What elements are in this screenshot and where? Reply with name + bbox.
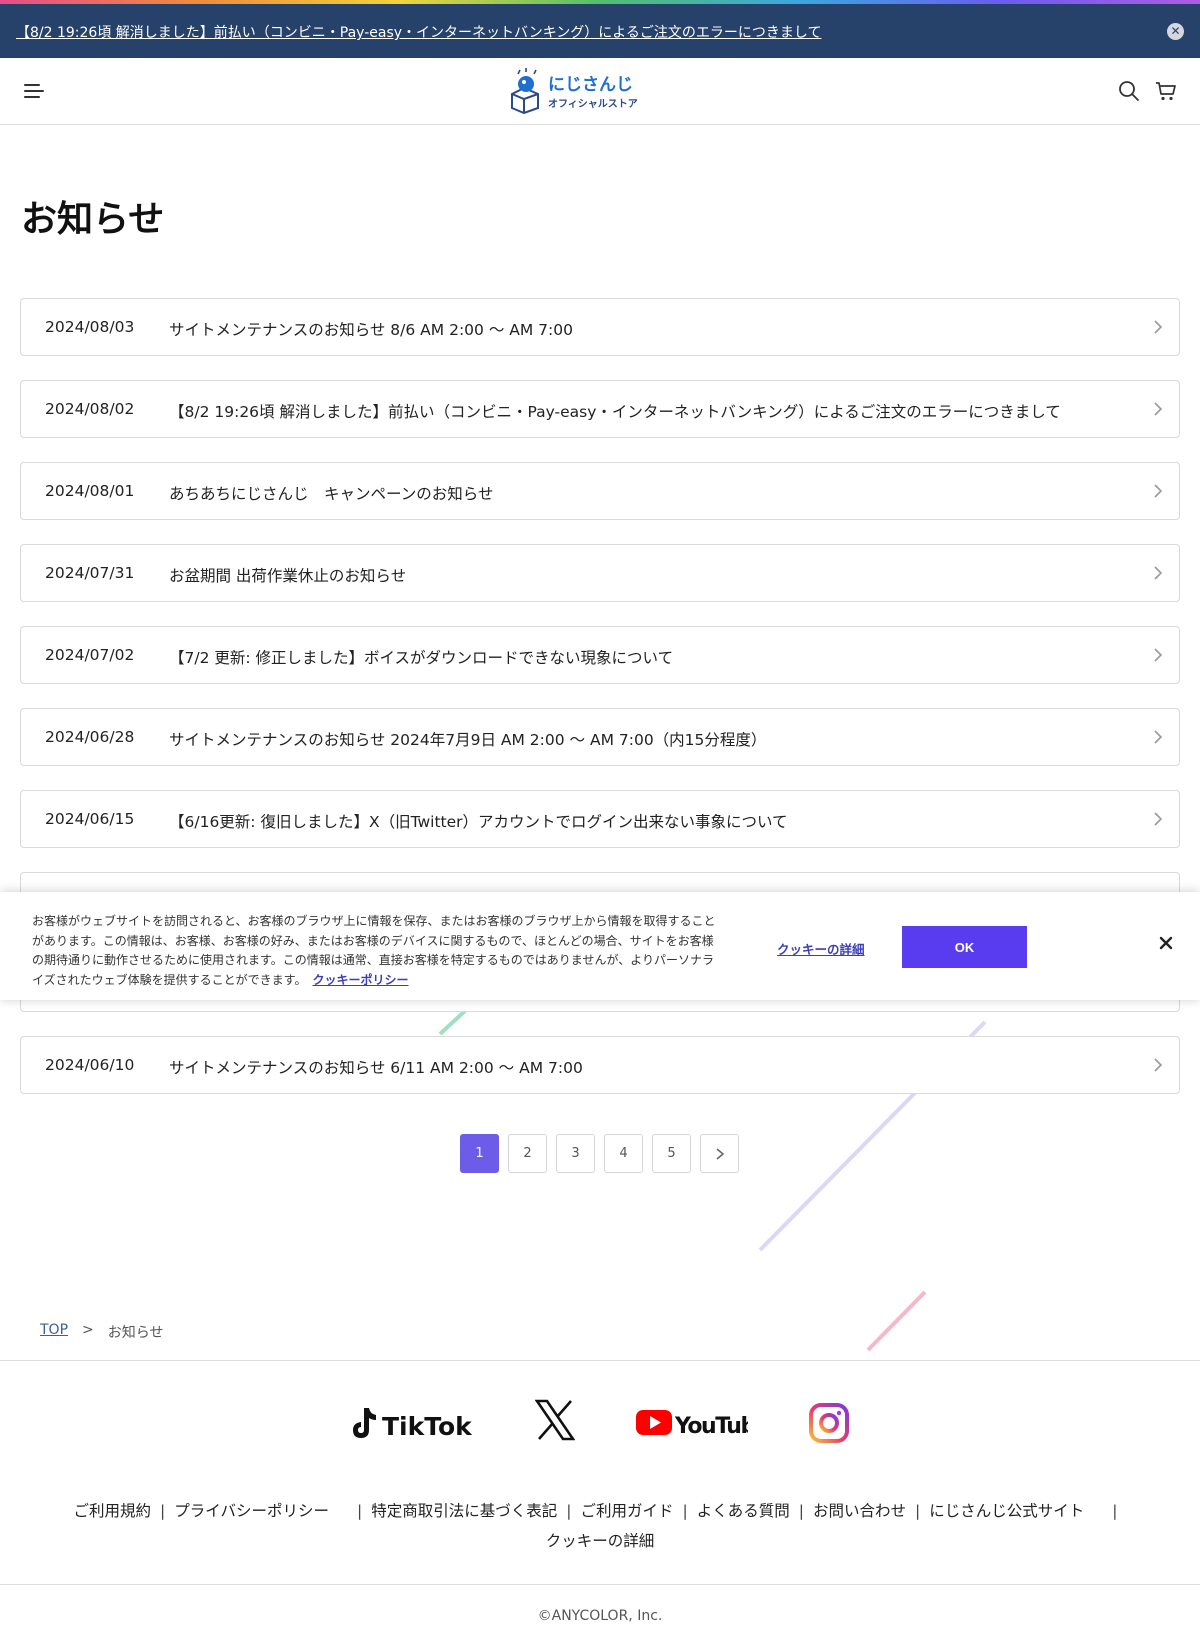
news-date: 2024/06/28 [45, 728, 135, 746]
chevron-right-icon [1154, 648, 1163, 662]
instagram-icon [809, 1403, 849, 1443]
page-button-2[interactable]: 2 [508, 1134, 547, 1173]
news-title: サイトメンテナンスのお知らせ 6/11 AM 2:00 〜 AM 7:00 [169, 1059, 583, 1077]
rainbow-stripe [0, 0, 1200, 4]
footer-divider-bottom [0, 1584, 1200, 1585]
chevron-right-icon [1154, 730, 1163, 744]
breadcrumb-top-link[interactable]: TOP [40, 1322, 68, 1342]
news-date: 2024/06/10 [45, 1056, 135, 1074]
chevron-right-icon [1154, 402, 1163, 416]
close-icon[interactable] [1158, 935, 1174, 951]
svg-text:オフィシャルストア: オフィシャルストア [548, 98, 638, 110]
tiktok-icon: TikTok [353, 1408, 473, 1441]
pagination: 1 2 3 4 5 [460, 1134, 739, 1173]
page-title: お知らせ [21, 199, 165, 240]
news-title: あちあちにじさんじ キャンペーンのお知らせ [169, 485, 494, 503]
footer-link-terms[interactable]: ご利用規約 [74, 1502, 152, 1520]
chevron-right-icon [1154, 320, 1163, 334]
close-circle-icon[interactable]: ✕ [1167, 23, 1184, 40]
page-button-1[interactable]: 1 [460, 1134, 499, 1173]
news-date: 2024/08/02 [45, 400, 135, 418]
x-link[interactable] [534, 1398, 576, 1446]
news-title: サイトメンテナンスのお知らせ 2024年7月9日 AM 2:00 〜 AM 7:… [169, 731, 767, 749]
news-date: 2024/08/01 [45, 482, 135, 500]
news-date: 2024/07/02 [45, 646, 135, 664]
youtube-link[interactable]: YouTube [636, 1398, 770, 1446]
cookie-details-link[interactable]: クッキーの詳細 [777, 939, 865, 958]
footer-divider [0, 1360, 1200, 1361]
footer-links: ご利用規約 | プライバシーポリシー | 特定商取引法に基づく表記 | ご利用ガイド | よくあ… [73, 1502, 1118, 1550]
footer-link-guide[interactable]: ご利用ガイド [580, 1502, 673, 1520]
menu-icon[interactable] [24, 82, 46, 100]
news-title: 【6/16更新: 復旧しました】X（旧Twitter）アカウントでログイン出来な… [169, 813, 788, 831]
chevron-right-icon [715, 1147, 724, 1160]
announcement-banner: 【8/2 19:26頃 解消しました】前払い（コンビニ・Pay-easy・インタ… [0, 0, 1200, 58]
announcement-link[interactable]: 【8/2 19:26頃 解消しました】前払い（コンビニ・Pay-easy・インタ… [16, 22, 821, 42]
svg-text:TikTok: TikTok [382, 1412, 473, 1441]
news-item[interactable]: 2024/08/02 【8/2 19:26頃 解消しました】前払い（コンビニ・Pa… [20, 380, 1180, 438]
svg-text:にじさんじ: にじさんじ [548, 75, 633, 95]
x-logo-icon [534, 1399, 576, 1441]
news-date: 2024/06/15 [45, 810, 135, 828]
breadcrumb-separator: > [82, 1322, 94, 1338]
cookie-policy-link[interactable]: クッキーポリシー [312, 973, 408, 987]
breadcrumb: TOP > お知らせ [40, 1322, 163, 1342]
news-date: 2024/08/03 [45, 318, 135, 336]
footer-link-faq[interactable]: よくある質問 [697, 1502, 790, 1520]
search-icon[interactable] [1118, 80, 1140, 102]
cookie-text: お客様がウェブサイトを訪問されると、お客様のブラウザ上に情報を保存、またはお客様… [32, 912, 722, 990]
page-button-4[interactable]: 4 [604, 1134, 643, 1173]
footer-link-privacy[interactable]: プライバシーポリシー [174, 1502, 329, 1520]
news-item[interactable]: 2024/08/03 サイトメンテナンスのお知らせ 8/6 AM 2:00 〜 A… [20, 298, 1180, 356]
footer-link-official-site[interactable]: にじさんじ公式サイト [929, 1502, 1084, 1520]
news-date: 2024/07/31 [45, 564, 135, 582]
chevron-right-icon [1154, 812, 1163, 826]
news-item[interactable]: 2024/08/01 あちあちにじさんじ キャンペーンのお知らせ [20, 462, 1180, 520]
logo-emblem-icon [511, 68, 539, 114]
news-item[interactable]: 2024/06/28 サイトメンテナンスのお知らせ 2024年7月9日 AM 2:… [20, 708, 1180, 766]
breadcrumb-current: お知らせ [107, 1325, 164, 1341]
page-button-5[interactable]: 5 [652, 1134, 691, 1173]
news-title: 【8/2 19:26頃 解消しました】前払い（コンビニ・Pay-easy・インタ… [169, 403, 1061, 421]
footer-link-tokushoho[interactable]: 特定商取引法に基づく表記 [371, 1502, 557, 1520]
page-button-3[interactable]: 3 [556, 1134, 595, 1173]
footer-link-contact[interactable]: お問い合わせ [813, 1502, 906, 1520]
news-item[interactable]: 2024/06/15 【6/16更新: 復旧しました】X（旧Twitter）アカウ… [20, 790, 1180, 848]
site-header: にじさんじ オフィシャルストア [0, 58, 1200, 125]
copyright: ©ANYCOLOR, Inc. [537, 1608, 663, 1624]
news-title: お盆期間 出荷作業休止のお知らせ [169, 567, 407, 585]
cookie-banner: お客様がウェブサイトを訪問されると、お客様のブラウザ上に情報を保存、またはお客様… [0, 892, 1200, 1000]
instagram-link[interactable] [808, 1398, 850, 1446]
chevron-right-icon [1154, 1058, 1163, 1072]
youtube-icon: YouTube [636, 1410, 770, 1439]
tiktok-link[interactable]: TikTok [350, 1398, 475, 1446]
next-page-button[interactable] [700, 1134, 739, 1173]
store-logo[interactable]: にじさんじ オフィシャルストア [508, 66, 668, 114]
chevron-right-icon [1154, 566, 1163, 580]
cart-icon[interactable] [1154, 79, 1178, 103]
cookie-ok-button[interactable]: OK [902, 926, 1027, 968]
news-title: 【7/2 更新: 修正しました】ボイスがダウンロードできない現象について [169, 649, 674, 667]
footer-link-cookie-details[interactable]: クッキーの詳細 [546, 1532, 655, 1550]
news-item[interactable]: 2024/07/31 お盆期間 出荷作業休止のお知らせ [20, 544, 1180, 602]
news-item[interactable]: 2024/07/02 【7/2 更新: 修正しました】ボイスがダウンロードできない… [20, 626, 1180, 684]
news-item[interactable]: 2024/06/10 サイトメンテナンスのお知らせ 6/11 AM 2:00 〜 … [20, 1036, 1180, 1094]
news-title: サイトメンテナンスのお知らせ 8/6 AM 2:00 〜 AM 7:00 [169, 321, 573, 339]
svg-text:YouTube: YouTube [674, 1414, 748, 1439]
chevron-right-icon [1154, 484, 1163, 498]
